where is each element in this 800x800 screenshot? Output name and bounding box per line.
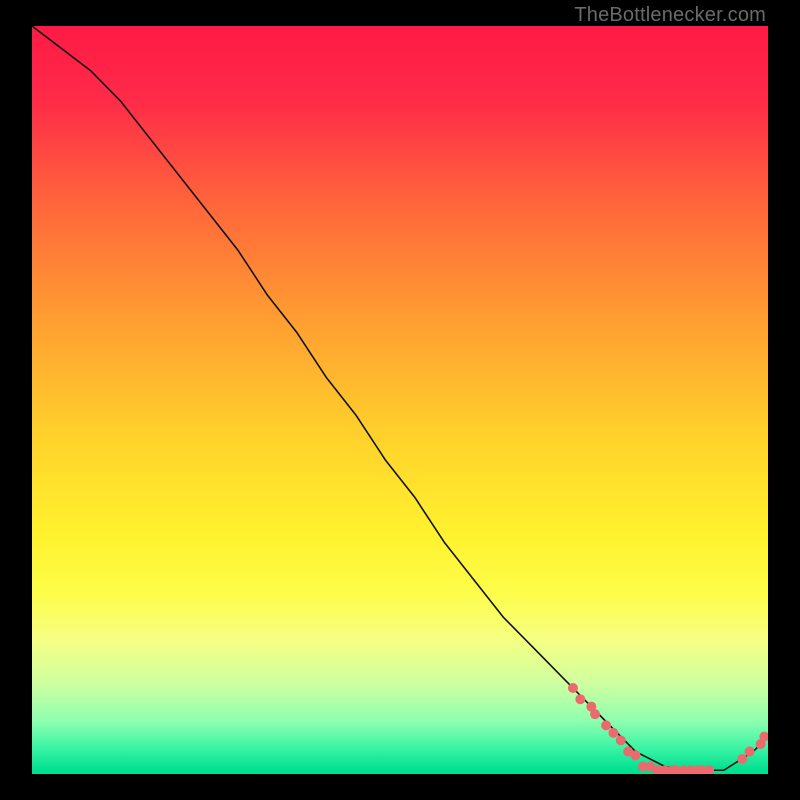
scatter-point bbox=[631, 750, 641, 760]
plot-background bbox=[32, 26, 768, 774]
scatter-point bbox=[575, 694, 585, 704]
scatter-point bbox=[737, 754, 747, 764]
scatter-point bbox=[590, 709, 600, 719]
scatter-point bbox=[608, 728, 618, 738]
scatter-point bbox=[568, 683, 578, 693]
watermark-text: TheBottlenecker.com bbox=[574, 4, 766, 27]
chart-plot bbox=[32, 26, 768, 774]
scatter-point bbox=[601, 720, 611, 730]
chart-stage: TheBottlenecker.com bbox=[0, 0, 800, 800]
scatter-point bbox=[616, 735, 626, 745]
scatter-point bbox=[745, 747, 755, 757]
